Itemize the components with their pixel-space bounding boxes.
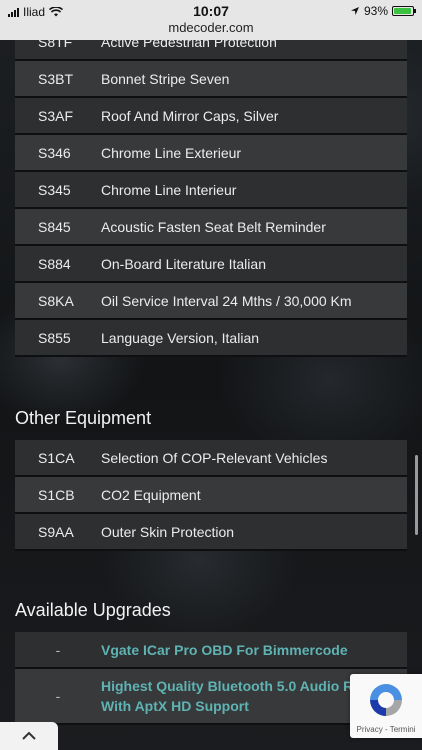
battery-icon bbox=[392, 6, 416, 16]
equipment-row: S8KA Oil Service Interval 24 Mths / 30,00… bbox=[15, 282, 407, 320]
option-code: S345 bbox=[15, 171, 101, 209]
option-description: Chrome Line Exterieur bbox=[101, 134, 407, 172]
equipment-row: S855 Language Version, Italian bbox=[15, 319, 407, 357]
other-equipment-heading: Other Equipment bbox=[15, 408, 152, 428]
equipment-row: S1CA Selection Of COP-Relevant Vehicles bbox=[15, 440, 407, 477]
equipment-row: S884 On-Board Literature Italian bbox=[15, 245, 407, 283]
option-code: S9AA bbox=[15, 513, 101, 551]
option-code: S1CB bbox=[15, 476, 101, 514]
option-code: S8KA bbox=[15, 282, 101, 320]
equipment-row: S3AF Roof And Mirror Caps, Silver bbox=[15, 97, 407, 135]
equipment-row: S346 Chrome Line Exterieur bbox=[15, 134, 407, 172]
option-description: Acoustic Fasten Seat Belt Reminder bbox=[101, 208, 407, 246]
equipment-row: S845 Acoustic Fasten Seat Belt Reminder bbox=[15, 208, 407, 246]
recaptcha-badge[interactable]: Privacy - Termini bbox=[350, 674, 422, 738]
equipment-row: S345 Chrome Line Interieur bbox=[15, 171, 407, 209]
option-code: S1CA bbox=[15, 440, 101, 477]
battery-percent: 93% bbox=[363, 4, 388, 18]
ios-status-bar: Iliad 10:07 mdecoder.com 93% bbox=[0, 0, 422, 40]
option-code: - bbox=[15, 632, 101, 669]
address-url[interactable]: mdecoder.com bbox=[0, 20, 422, 35]
standard-equipment-table: S8TF Active Pedestrian Protection S3BT Bonn… bbox=[15, 24, 407, 357]
upgrade-row[interactable]: - Highest Quality Bluetooth 5.0 Audio Re…… bbox=[15, 668, 407, 725]
recaptcha-terms[interactable]: Privacy - Termini bbox=[350, 725, 422, 734]
option-code: S884 bbox=[15, 245, 101, 283]
equipment-row: S1CB CO2 Equipment bbox=[15, 476, 407, 514]
option-description: Bonnet Stripe Seven bbox=[101, 60, 407, 98]
battery-area: 93% bbox=[350, 4, 416, 18]
scroll-top-button[interactable] bbox=[0, 722, 58, 750]
chevron-up-icon bbox=[22, 731, 36, 740]
available-upgrades-table: - Vgate ICar Pro OBD For Bimmercode - Highe… bbox=[15, 632, 407, 725]
option-description: Language Version, Italian bbox=[101, 319, 407, 357]
option-code: S346 bbox=[15, 134, 101, 172]
option-description: Selection Of COP-Relevant Vehicles bbox=[101, 440, 407, 477]
option-description: Outer Skin Protection bbox=[101, 513, 407, 551]
option-description: Roof And Mirror Caps, Silver bbox=[101, 97, 407, 135]
upgrade-row[interactable]: - Vgate ICar Pro OBD For Bimmercode bbox=[15, 632, 407, 669]
option-code: S3BT bbox=[15, 60, 101, 98]
option-description: Chrome Line Interieur bbox=[101, 171, 407, 209]
available-upgrades-heading: Available Upgrades bbox=[15, 600, 171, 620]
location-arrow-icon bbox=[350, 7, 359, 15]
recaptcha-logo-icon bbox=[370, 684, 402, 716]
option-description: On-Board Literature Italian bbox=[101, 245, 407, 283]
option-description: Oil Service Interval 24 Mths / 30,000 Km bbox=[101, 282, 407, 320]
equipment-row: S3BT Bonnet Stripe Seven bbox=[15, 60, 407, 98]
option-code: - bbox=[15, 668, 101, 725]
equipment-row: S9AA Outer Skin Protection bbox=[15, 513, 407, 551]
upgrade-link[interactable]: Vgate ICar Pro OBD For Bimmercode bbox=[101, 632, 407, 669]
option-code: S845 bbox=[15, 208, 101, 246]
other-equipment-table: S1CA Selection Of COP-Relevant Vehicles S1… bbox=[15, 440, 407, 551]
option-code: S3AF bbox=[15, 97, 101, 135]
option-description: CO2 Equipment bbox=[101, 476, 407, 514]
option-code: S855 bbox=[15, 319, 101, 357]
scrollbar[interactable] bbox=[415, 455, 418, 535]
